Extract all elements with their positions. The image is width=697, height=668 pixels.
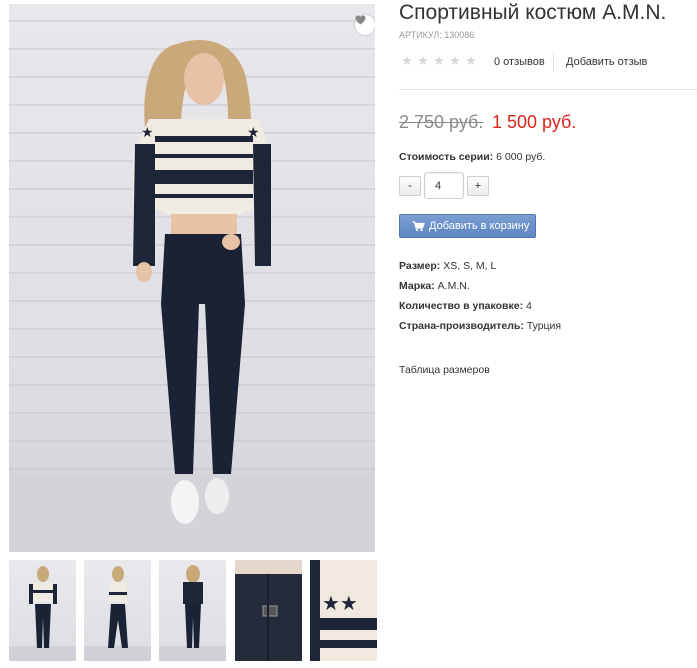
star-icon[interactable]: ★	[401, 54, 414, 67]
star-icon[interactable]: ★	[433, 54, 446, 67]
series-cost-value: 6 000 руб.	[496, 151, 546, 163]
thumbnail-1[interactable]	[9, 560, 76, 661]
property-brand: Марка: A.M.N.	[399, 280, 561, 300]
quantity-increase-button[interactable]: +	[467, 176, 489, 196]
property-label: Размер:	[399, 260, 441, 272]
svg-text:★: ★	[247, 125, 260, 141]
thumbnail-2[interactable]	[84, 560, 151, 661]
shopping-cart-icon	[412, 220, 425, 231]
property-label: Марка:	[399, 280, 435, 292]
series-cost: Стоимость серии: 6 000 руб.	[399, 151, 545, 163]
series-cost-label: Стоимость серии:	[399, 151, 494, 163]
heart-icon	[355, 15, 366, 25]
property-value: 4	[526, 300, 532, 312]
property-size: Размер: XS, S, M, L	[399, 260, 561, 280]
property-value: XS, S, M, L	[443, 260, 497, 272]
property-label: Количество в упаковке:	[399, 300, 524, 312]
thumbnail-5[interactable]: ★★	[310, 560, 377, 661]
size-table-link[interactable]: Таблица размеров	[399, 364, 490, 376]
svg-text:★★: ★★	[322, 591, 358, 615]
star-icon[interactable]: ★	[417, 54, 430, 67]
svg-text:★: ★	[141, 125, 154, 141]
divider	[399, 89, 697, 90]
model-illustration: ★ ★	[9, 39, 375, 552]
add-to-cart-label: Добавить в корзину	[429, 220, 530, 232]
star-icon[interactable]: ★	[465, 54, 478, 67]
property-label: Страна-производитель:	[399, 320, 524, 332]
product-properties: Размер: XS, S, M, L Марка: A.M.N. Количе…	[399, 260, 561, 340]
divider	[553, 52, 554, 72]
property-pack-quantity: Количество в упаковке: 4	[399, 300, 561, 320]
product-main-photo[interactable]: ★ ★	[9, 4, 375, 552]
rating-stars[interactable]: ★ ★ ★ ★ ★	[401, 54, 478, 67]
star-icon[interactable]: ★	[449, 54, 462, 67]
thumbnail-4[interactable]	[235, 560, 302, 661]
property-value: A.M.N.	[437, 280, 470, 292]
thumbnail-3[interactable]	[159, 560, 226, 661]
add-to-cart-button[interactable]: Добавить в корзину	[399, 214, 536, 238]
add-review-link[interactable]: Добавить отзыв	[566, 56, 647, 68]
property-value: Турция	[526, 320, 562, 332]
property-country: Страна-производитель: Турция	[399, 320, 561, 340]
product-title: Спортивный костюм A.M.N.	[399, 1, 667, 24]
quantity-decrease-button[interactable]: -	[399, 176, 421, 196]
old-price: 2 750 руб.	[399, 112, 484, 132]
quantity-input[interactable]	[424, 172, 464, 199]
current-price: 1 500 руб.	[492, 112, 577, 132]
reviews-count[interactable]: 0 отзывов	[494, 56, 545, 68]
favorite-button[interactable]	[355, 15, 375, 35]
thumbnail-strip: ★★	[9, 560, 377, 661]
article-number: АРТИКУЛ: 130086	[399, 30, 475, 40]
